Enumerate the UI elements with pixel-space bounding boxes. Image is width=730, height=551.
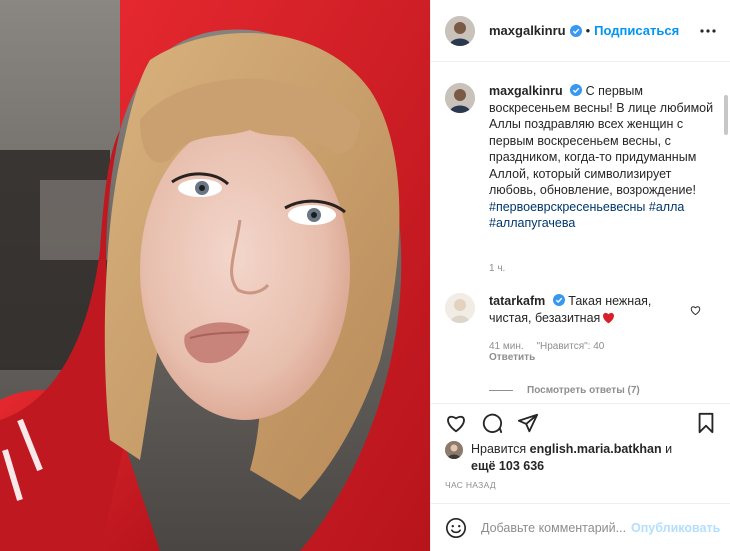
post-caption: maxgalkinru С первым воскресеньем весны!… — [445, 83, 715, 232]
post-photo[interactable] — [0, 0, 430, 551]
likes-and: и — [665, 442, 673, 456]
commenter-avatar[interactable] — [445, 293, 475, 323]
send-icon[interactable] — [517, 412, 539, 434]
verified-badge-icon — [570, 84, 583, 96]
avatar-image — [445, 83, 475, 113]
comment-input[interactable] — [481, 520, 631, 535]
avatar-image — [445, 441, 463, 459]
comment-text-block: tatarkafm Такая нежная, чистая, безазитн… — [489, 293, 689, 326]
hashtag-link[interactable]: #алла — [649, 200, 684, 214]
comment-timestamp: 41 мин. — [489, 341, 524, 352]
post-header: maxgalkinru • Подписаться — [431, 0, 730, 62]
comment-item: tatarkafm Такая нежная, чистая, безазитн… — [445, 293, 717, 326]
follow-button[interactable]: Подписаться — [594, 23, 679, 38]
comment-meta: 41 мин. "Нравится": 40 Ответить — [489, 341, 614, 363]
comment-icon[interactable] — [481, 412, 503, 434]
comment-username[interactable]: tatarkafm — [489, 294, 545, 308]
author-username[interactable]: maxgalkinru — [489, 23, 566, 38]
red-heart-emoji-icon — [603, 312, 615, 323]
liker-username[interactable]: english.maria.batkhan — [530, 442, 662, 456]
reply-button[interactable]: Ответить — [489, 352, 614, 363]
avatar-image — [445, 15, 475, 46]
caption-username[interactable]: maxgalkinru — [489, 84, 563, 98]
heart-icon[interactable] — [445, 412, 467, 434]
header-dot-separator: • — [585, 23, 591, 38]
likes-prefix: Нравится — [471, 442, 527, 456]
likes-count[interactable]: ещё 103 636 — [471, 459, 544, 473]
comments-scrollbar-thumb[interactable] — [724, 95, 728, 135]
likes-text: Нравится english.maria.batkhan и ещё 103… — [471, 441, 672, 474]
add-comment-bar: Опубликовать — [431, 503, 730, 551]
view-replies-label: Посмотреть ответы (7) — [527, 385, 640, 396]
avatar-image — [445, 293, 475, 323]
bookmark-icon[interactable] — [695, 412, 717, 434]
post-date[interactable]: час назад — [445, 480, 496, 490]
author-avatar[interactable] — [445, 15, 475, 46]
comments-section[interactable]: maxgalkinru С первым воскресеньем весны!… — [431, 63, 730, 403]
post-actions-bar — [431, 403, 730, 439]
caption-timestamp: 1 ч. — [489, 263, 506, 274]
more-icon[interactable] — [699, 22, 717, 40]
caption-author-avatar[interactable] — [445, 83, 475, 113]
post-photo-illustration — [0, 0, 430, 551]
replies-divider-line — [489, 390, 513, 391]
caption-text-block: maxgalkinru С первым воскресеньем весны!… — [489, 83, 714, 232]
view-replies-button[interactable]: Посмотреть ответы (7) — [489, 385, 640, 396]
liker-avatar[interactable] — [445, 441, 463, 459]
emoji-icon[interactable] — [445, 517, 467, 539]
comment-like-count[interactable]: "Нравится": 40 — [536, 341, 604, 352]
caption-body: С первым воскресеньем весны! В лице люби… — [489, 84, 714, 197]
verified-badge-icon — [569, 24, 582, 37]
verified-badge-icon — [552, 294, 565, 306]
publish-button[interactable]: Опубликовать — [631, 521, 720, 535]
comment-like-heart-icon[interactable] — [690, 305, 701, 316]
hashtag-link[interactable]: #первоеврскресеньевесны — [489, 200, 645, 214]
hashtag-link[interactable]: #аллапугачева — [489, 216, 575, 230]
post-side-panel: maxgalkinru • Подписаться maxgalkinru С … — [430, 0, 730, 551]
likes-summary: Нравится english.maria.batkhan и ещё 103… — [445, 441, 717, 474]
